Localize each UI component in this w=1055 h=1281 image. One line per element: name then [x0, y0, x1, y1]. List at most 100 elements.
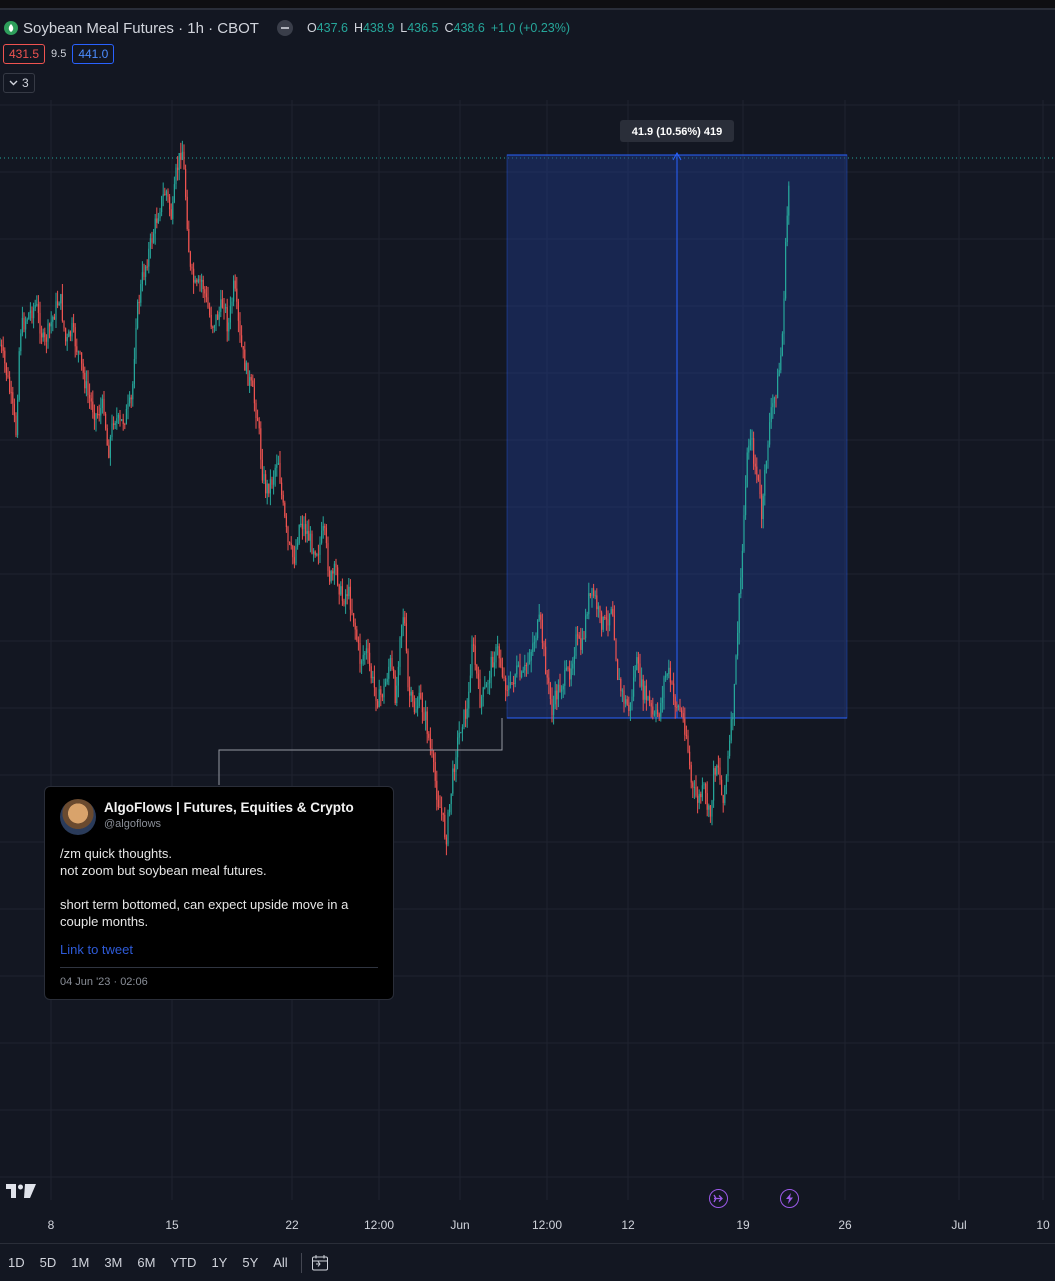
candle-body — [604, 617, 606, 618]
calendar-goto-icon[interactable] — [310, 1253, 330, 1273]
candle-body — [18, 351, 20, 400]
range-5y-button[interactable]: 5Y — [234, 1255, 265, 1270]
candle-body — [388, 666, 390, 679]
candle-body — [285, 516, 287, 527]
candle-body — [689, 751, 691, 765]
indicators-toggle-button[interactable]: 3 — [3, 73, 35, 93]
candle-body — [498, 646, 500, 659]
candle-body — [241, 335, 243, 347]
range-3m-button[interactable]: 3M — [96, 1255, 129, 1270]
tweet-text: /zm quick thoughts. not zoom but soybean… — [60, 846, 349, 929]
candle-body — [655, 709, 657, 715]
candle-body — [447, 812, 449, 845]
candle-body — [601, 612, 603, 630]
candle-body — [308, 531, 310, 541]
candle-body — [521, 672, 523, 678]
sell-price-button[interactable]: 431.5 — [3, 44, 46, 64]
candle-body — [410, 691, 412, 696]
candle-body — [297, 543, 299, 547]
candle-body — [767, 444, 769, 461]
candle-body — [533, 642, 535, 644]
candle-body — [490, 656, 492, 678]
candle-body — [722, 795, 724, 803]
candle-body — [117, 414, 119, 419]
candle-body — [756, 466, 758, 475]
candle-body — [733, 684, 735, 718]
candle-body — [223, 307, 225, 309]
tweet-author: AlgoFlows | Futures, Equities & Crypto — [104, 800, 354, 815]
lightning-event-icon[interactable] — [780, 1189, 799, 1208]
candle-body — [68, 331, 70, 338]
candle-body — [396, 685, 398, 703]
candle-body — [625, 699, 627, 704]
candle-body — [15, 415, 17, 436]
candle-body — [501, 666, 503, 677]
candle-body — [393, 669, 395, 676]
candle-body — [705, 783, 707, 794]
candle-body — [239, 320, 241, 336]
candle-body — [50, 321, 52, 327]
candle-body — [716, 765, 718, 775]
candle-body — [530, 652, 532, 661]
hide-legend-button[interactable] — [276, 20, 293, 36]
candle-body — [82, 363, 84, 373]
candle-body — [469, 675, 471, 692]
candle-body — [741, 550, 743, 578]
candle-body — [479, 679, 481, 708]
tweet-card[interactable]: AlgoFlows | Futures, Equities & Crypto @… — [44, 786, 394, 1000]
candle-body — [412, 691, 414, 702]
candle-body — [708, 805, 710, 810]
candle-body — [293, 557, 295, 564]
dividends-event-icon[interactable] — [709, 1189, 728, 1208]
candle-body — [73, 323, 75, 328]
candle-body — [543, 642, 545, 647]
candle-body — [701, 785, 703, 798]
candle-body — [786, 215, 788, 242]
candle-body — [79, 351, 81, 353]
candle-body — [1, 344, 3, 347]
candle-body — [765, 461, 767, 470]
candle-body — [29, 310, 31, 314]
range-all-button[interactable]: All — [265, 1255, 294, 1270]
tweet-link[interactable]: Link to tweet — [60, 942, 378, 957]
candle-body — [514, 674, 516, 684]
candle-body — [674, 696, 676, 708]
buy-price-button[interactable]: 441.0 — [72, 44, 115, 64]
candle-body — [137, 301, 139, 328]
candle-body — [149, 238, 151, 249]
candle-body — [138, 301, 140, 303]
candle-body — [658, 714, 660, 717]
candle-body — [538, 614, 540, 621]
candle-body — [399, 637, 401, 667]
candle-body — [631, 696, 633, 703]
candle-body — [114, 422, 116, 425]
price-chart[interactable]: 41.9 (10.56%) 419 — [0, 100, 1055, 1200]
range-ytd-button[interactable]: YTD — [162, 1255, 203, 1270]
range-6m-button[interactable]: 6M — [129, 1255, 162, 1270]
candle-body — [657, 709, 659, 714]
candle-body — [457, 737, 459, 758]
candle-body — [663, 677, 665, 698]
candle-body — [484, 687, 486, 689]
range-1y-button[interactable]: 1Y — [203, 1255, 234, 1270]
candle-body — [17, 399, 19, 436]
candle-body — [465, 709, 467, 719]
candle-body — [532, 643, 534, 652]
candle-body — [369, 652, 371, 667]
candle-body — [623, 690, 625, 704]
candle-body — [183, 151, 185, 170]
candle-body — [613, 615, 615, 641]
candle-body — [31, 310, 33, 319]
tradingview-logo-icon[interactable] — [6, 1183, 36, 1204]
symbol-title[interactable]: Soybean Meal Futures · 1h · CBOT — [23, 20, 259, 37]
candle-body — [746, 452, 748, 487]
candle-body — [71, 323, 73, 337]
candle-body — [653, 714, 655, 716]
candle-body — [218, 311, 220, 320]
range-1m-button[interactable]: 1M — [63, 1255, 96, 1270]
candle-body — [546, 674, 548, 678]
candle-body — [372, 676, 374, 679]
range-5d-button[interactable]: 5D — [32, 1255, 64, 1270]
range-1d-button[interactable]: 1D — [0, 1255, 32, 1270]
candle-body — [519, 665, 521, 678]
